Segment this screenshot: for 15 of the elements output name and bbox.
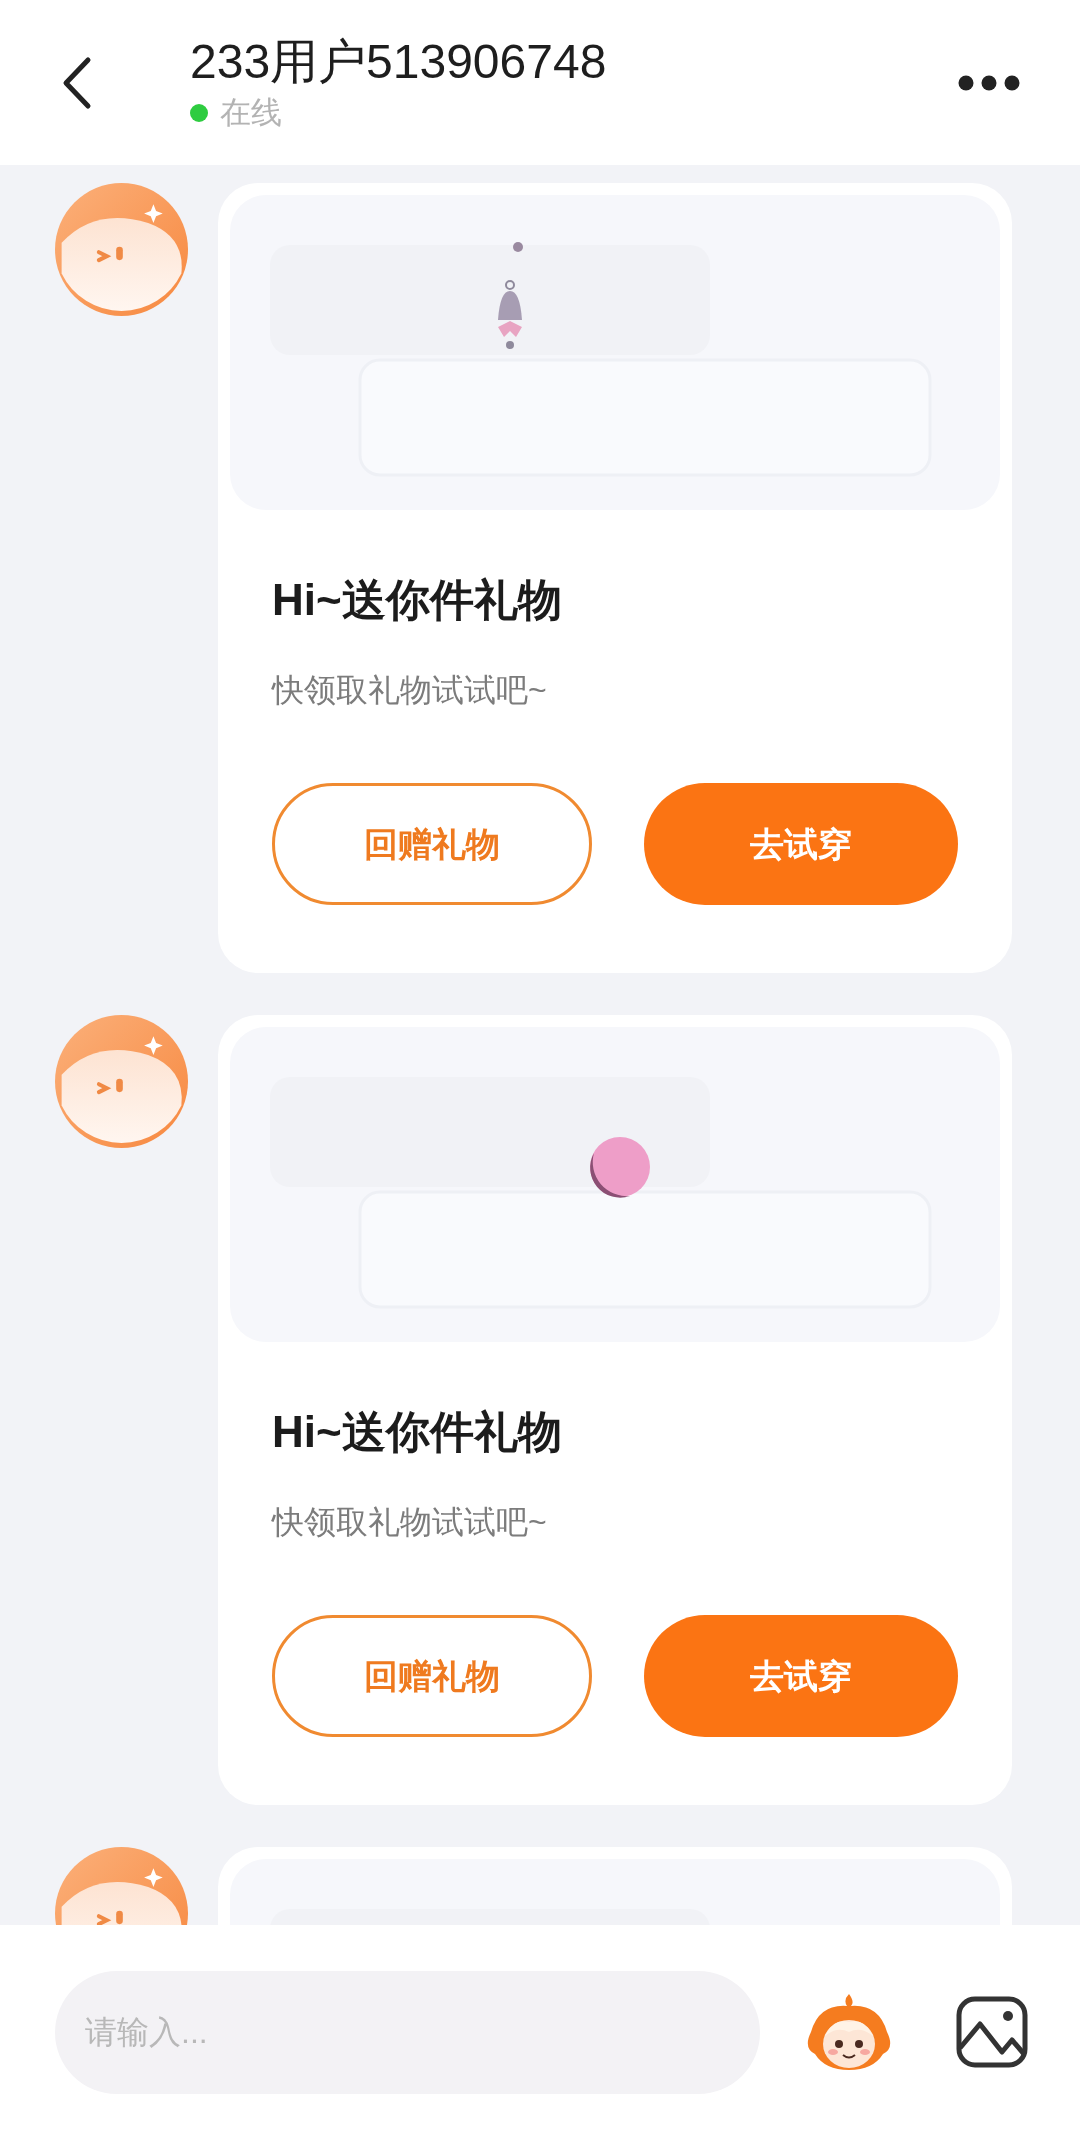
return-gift-button[interactable]: 回赠礼物 — [272, 1615, 592, 1737]
avatar-icon — [55, 1015, 188, 1148]
message-input[interactable]: 请输入... — [55, 1970, 760, 2094]
gift-title: Hi~送你件礼物 — [272, 1406, 563, 1458]
avatar-icon — [55, 183, 188, 316]
contact-name: 233用户513906748 — [190, 33, 607, 90]
try-on-button[interactable]: 去试穿 — [644, 1615, 958, 1737]
status-text: 在线 — [220, 93, 282, 132]
gift-title: Hi~送你件礼物 — [272, 574, 563, 626]
return-gift-button[interactable]: 回赠礼物 — [272, 783, 592, 905]
gift-subtitle: 快领取礼物试试吧~ — [272, 671, 548, 710]
gift-subtitle: 快领取礼物试试吧~ — [272, 1503, 548, 1542]
try-on-button[interactable]: 去试穿 — [644, 783, 958, 905]
image-icon[interactable] — [956, 1996, 1028, 2068]
more-icon[interactable] — [958, 74, 1020, 91]
